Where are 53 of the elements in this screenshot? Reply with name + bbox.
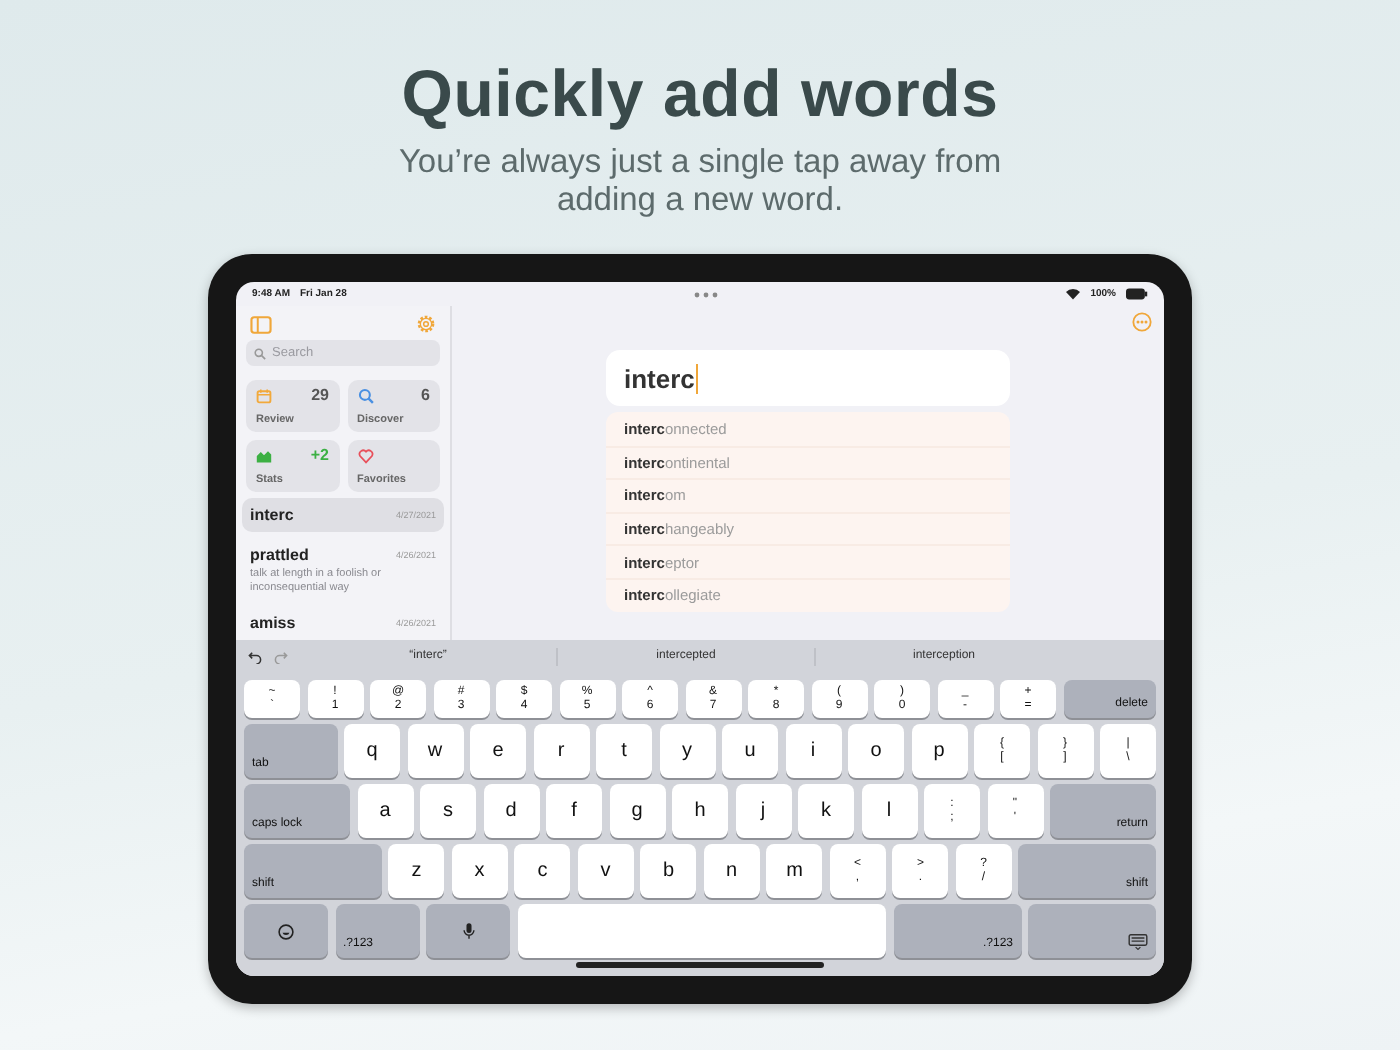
keyboard-key[interactable]: y xyxy=(659,724,715,778)
redo-icon[interactable] xyxy=(274,650,288,664)
word-title: amiss xyxy=(250,614,296,632)
microphone-icon xyxy=(461,922,475,940)
keyboard-key[interactable]: o xyxy=(848,724,904,778)
keyboard-key[interactable]: j xyxy=(735,784,791,838)
keyboard-key[interactable]: x xyxy=(451,844,508,898)
undo-icon[interactable] xyxy=(248,650,262,664)
dictation-key[interactable] xyxy=(426,904,510,958)
emoji-icon xyxy=(278,923,294,939)
keyboard-key[interactable]: f xyxy=(546,784,602,838)
keyboard-key[interactable]: w xyxy=(407,724,463,778)
keyboard-key[interactable]: i xyxy=(785,724,841,778)
keyboard-key[interactable]: r xyxy=(533,724,589,778)
keyboard-key[interactable]: d xyxy=(483,784,539,838)
word-input-text: interc xyxy=(624,363,695,393)
keyboard-key[interactable]: k xyxy=(798,784,854,838)
multitasking-icon xyxy=(694,291,719,297)
card-count: +2 xyxy=(310,446,329,464)
headline: Quickly add words xyxy=(401,56,999,132)
keyboard-key[interactable]: t xyxy=(596,724,652,778)
word-input-field[interactable]: interc xyxy=(606,350,1010,406)
keyboard-key[interactable]: z xyxy=(388,844,445,898)
card-count: 29 xyxy=(311,386,329,404)
keyboard-key[interactable]: n xyxy=(703,844,760,898)
keyboard-icon xyxy=(1128,934,1148,950)
keyboard-key[interactable]: a xyxy=(357,784,413,838)
card-count: 6 xyxy=(421,386,430,404)
keyboard-key[interactable]: l xyxy=(861,784,917,838)
keyboard-key[interactable]: s xyxy=(420,784,476,838)
wifi-icon xyxy=(1066,288,1081,300)
word-title: prattled xyxy=(250,546,309,564)
emoji-key[interactable] xyxy=(244,904,328,958)
keyboard-key[interactable]: m xyxy=(766,844,823,898)
keyboard-key[interactable]: g xyxy=(609,784,665,838)
keyboard-key[interactable]: e xyxy=(470,724,526,778)
keyboard-key[interactable]: b xyxy=(640,844,697,898)
subheadline: You’re always just a single tap away from adding a new word. xyxy=(396,144,1004,220)
search-icon xyxy=(254,347,266,359)
keyboard-key[interactable]: u xyxy=(722,724,778,778)
settings-icon[interactable] xyxy=(416,314,436,334)
keyboard-key[interactable]: q xyxy=(344,724,400,778)
hide-keyboard-key[interactable] xyxy=(1028,904,1156,958)
more-icon[interactable] xyxy=(1132,312,1152,332)
keyboard-key[interactable]: p xyxy=(911,724,967,778)
keyboard-key[interactable]: c xyxy=(514,844,571,898)
keyboard-key[interactable]: h xyxy=(672,784,728,838)
word-title: interc xyxy=(250,506,294,524)
keyboard-key[interactable]: v xyxy=(577,844,634,898)
sidebar-toggle-icon[interactable] xyxy=(250,315,272,333)
space-bar[interactable] xyxy=(517,904,886,958)
battery-icon xyxy=(1126,288,1148,300)
text-cursor xyxy=(696,363,699,393)
